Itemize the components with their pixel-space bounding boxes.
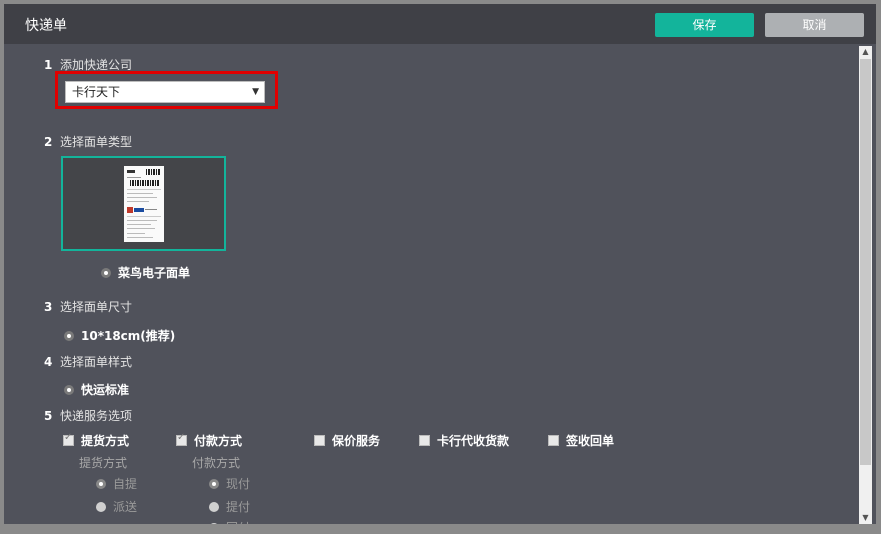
scroll-up-icon[interactable]: ▲ — [859, 46, 872, 58]
radio-selected-icon — [64, 384, 74, 395]
size-radio[interactable]: 10*18cm(推荐) — [64, 327, 175, 344]
save-button[interactable]: 保存 — [655, 13, 754, 37]
check-cod[interactable]: 卡行代收货款 — [419, 432, 509, 449]
payment-method-title: 付款方式 — [192, 456, 241, 470]
radio-selected-icon — [96, 478, 106, 489]
company-select-highlight: 卡行天下 ▼ — [55, 71, 278, 109]
radio-icon — [209, 501, 219, 512]
vertical-scrollbar[interactable]: ▲ ▼ — [859, 46, 872, 524]
payment-option-return[interactable]: 回付 — [209, 519, 250, 524]
pickup-method-title: 提货方式 — [79, 456, 128, 470]
checkbox-icon — [419, 435, 430, 446]
checkbox-checked-icon — [63, 432, 74, 446]
scroll-down-icon[interactable]: ▼ — [859, 512, 872, 524]
section-5-heading: 5 快递服务选项 — [44, 409, 133, 423]
cancel-button[interactable]: 取消 — [765, 13, 864, 37]
radio-selected-icon — [209, 478, 219, 489]
dialog-title: 快递单 — [25, 18, 67, 34]
waybill-dialog: 快递单 保存 取消 1 添加快递公司 卡行天下 ▼ 2 选择面单类型 菜鸟电子面… — [4, 4, 876, 524]
section-4-heading: 4 选择面单样式 — [44, 355, 133, 369]
waybill-thumbnail-icon — [124, 166, 164, 242]
payment-option-collect[interactable]: 提付 — [209, 498, 250, 515]
pickup-option-delivery[interactable]: 派送 — [96, 498, 137, 515]
check-insurance[interactable]: 保价服务 — [314, 432, 380, 449]
radio-icon — [209, 522, 219, 524]
radio-icon — [96, 501, 106, 512]
check-payment-method[interactable]: 付款方式 — [176, 432, 242, 449]
waybill-type-card[interactable] — [61, 156, 226, 251]
radio-selected-icon — [64, 330, 74, 341]
pickup-option-self[interactable]: 自提 — [96, 475, 137, 492]
section-2-heading: 2 选择面单类型 — [44, 135, 133, 149]
checkbox-icon — [314, 435, 325, 446]
waybill-type-radio[interactable]: 菜鸟电子面单 — [101, 264, 190, 281]
company-select-value: 卡行天下 — [72, 85, 121, 99]
check-receipt[interactable]: 签收回单 — [548, 432, 614, 449]
section-3-heading: 3 选择面单尺寸 — [44, 300, 133, 314]
chevron-down-icon: ▼ — [252, 87, 259, 97]
dialog-titlebar: 快递单 保存 取消 — [4, 4, 876, 44]
check-pickup-method[interactable]: 提货方式 — [63, 432, 129, 449]
checkbox-checked-icon — [176, 432, 187, 446]
company-select[interactable]: 卡行天下 ▼ — [65, 81, 265, 103]
checkbox-icon — [548, 435, 559, 446]
scroll-thumb[interactable] — [860, 59, 871, 465]
payment-option-now[interactable]: 现付 — [209, 475, 250, 492]
style-radio[interactable]: 快运标准 — [64, 381, 129, 398]
radio-selected-icon — [101, 267, 111, 278]
